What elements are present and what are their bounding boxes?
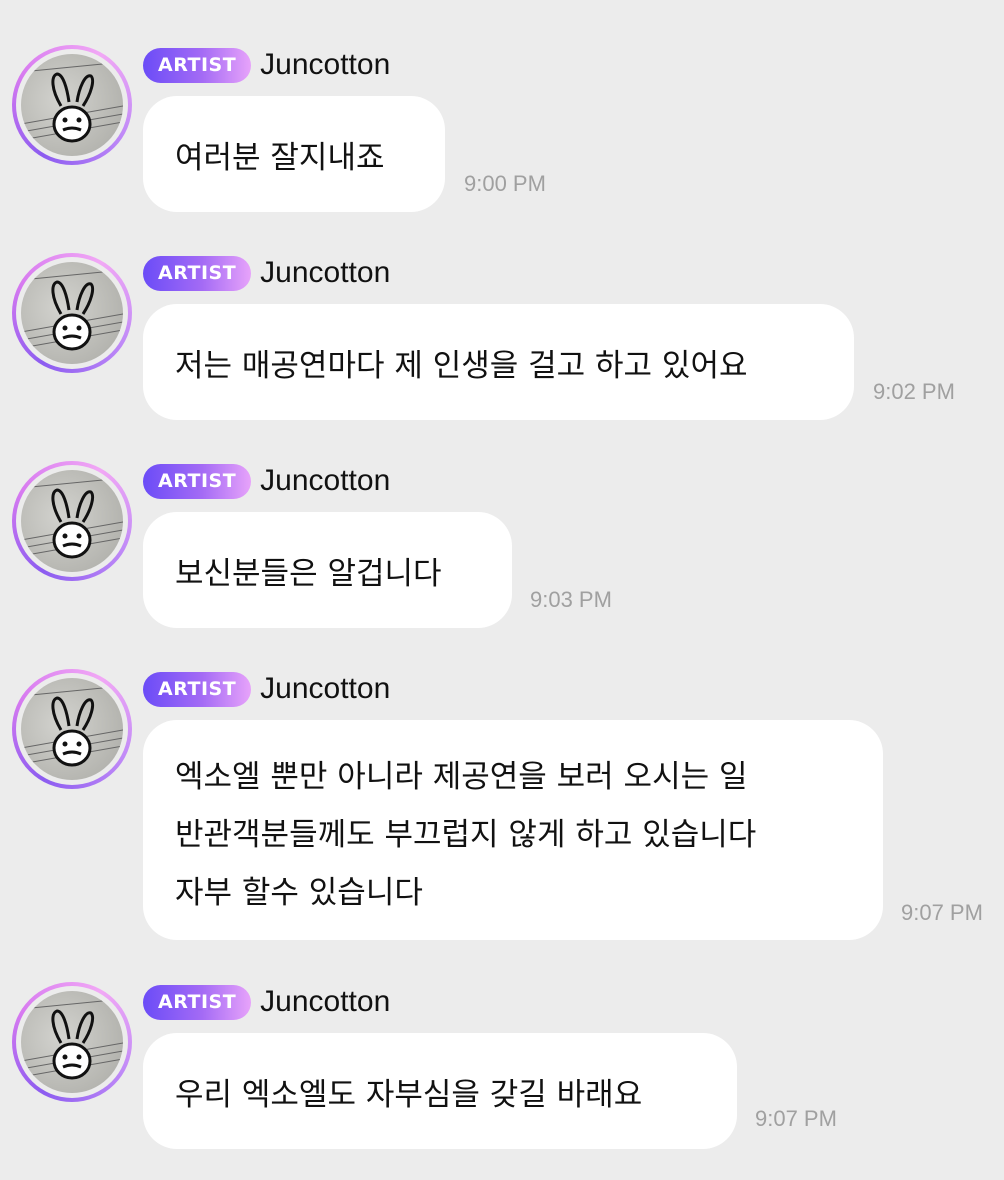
message-text: 엑소엘 뿐만 아니라 제공연을 보러 오시는 일 반관객분들께도 부끄럽지 않게… <box>175 748 756 922</box>
message-line: 엑소엘 뿐만 아니라 제공연을 보러 오시는 일 <box>175 759 748 795</box>
message-timestamp: 9:03 PM <box>530 587 612 612</box>
message-timestamp: 9:07 PM <box>901 900 983 925</box>
message-text: 보신분들은 알겁니다 <box>175 555 442 592</box>
artist-badge: ARTIST <box>143 47 252 83</box>
artist-badge: ARTIST <box>143 671 252 707</box>
bunny-doodle-icon <box>21 54 123 156</box>
message-bubble[interactable]: 우리 엑소엘도 자부심을 갖길 바래요 <box>143 1033 737 1149</box>
artist-badge: ARTIST <box>143 463 252 499</box>
avatar[interactable] <box>12 45 132 165</box>
message-timestamp: 9:02 PM <box>873 379 955 404</box>
message-header: ARTIST Juncotton <box>143 670 390 708</box>
sender-name[interactable]: Juncotton <box>260 256 390 290</box>
message-header: ARTIST Juncotton <box>143 254 390 292</box>
message-bubble[interactable]: 엑소엘 뿐만 아니라 제공연을 보러 오시는 일 반관객분들께도 부끄럽지 않게… <box>143 720 883 940</box>
avatar[interactable] <box>12 253 132 373</box>
message-header: ARTIST Juncotton <box>143 462 390 500</box>
avatar[interactable] <box>12 982 132 1102</box>
sender-name[interactable]: Juncotton <box>260 48 390 82</box>
bunny-doodle-icon <box>21 470 123 572</box>
bunny-doodle-icon <box>21 678 123 780</box>
artist-badge: ARTIST <box>143 984 252 1020</box>
sender-name[interactable]: Juncotton <box>260 985 390 1019</box>
message-text: 저는 매공연마다 제 인생을 걸고 하고 있어요 <box>175 347 748 384</box>
message-bubble[interactable]: 보신분들은 알겁니다 <box>143 512 512 628</box>
message-timestamp: 9:07 PM <box>755 1106 837 1131</box>
message-header: ARTIST Juncotton <box>143 46 390 84</box>
bunny-doodle-icon <box>21 262 123 364</box>
message-header: ARTIST Juncotton <box>143 983 390 1021</box>
message-line: 반관객분들께도 부끄럽지 않게 하고 있습니다 <box>175 817 757 853</box>
artist-badge: ARTIST <box>143 255 252 291</box>
sender-name[interactable]: Juncotton <box>260 672 390 706</box>
message-line: 자부 할수 있습니다 <box>175 875 423 911</box>
message-timestamp: 9:00 PM <box>464 171 546 196</box>
message-bubble[interactable]: 저는 매공연마다 제 인생을 걸고 하고 있어요 <box>143 304 854 420</box>
bunny-doodle-icon <box>21 991 123 1093</box>
avatar[interactable] <box>12 669 132 789</box>
sender-name[interactable]: Juncotton <box>260 464 390 498</box>
message-bubble[interactable]: 여러분 잘지내죠 <box>143 96 445 212</box>
avatar[interactable] <box>12 461 132 581</box>
message-text: 여러분 잘지내죠 <box>175 139 385 176</box>
message-text: 우리 엑소엘도 자부심을 갖길 바래요 <box>175 1076 643 1113</box>
